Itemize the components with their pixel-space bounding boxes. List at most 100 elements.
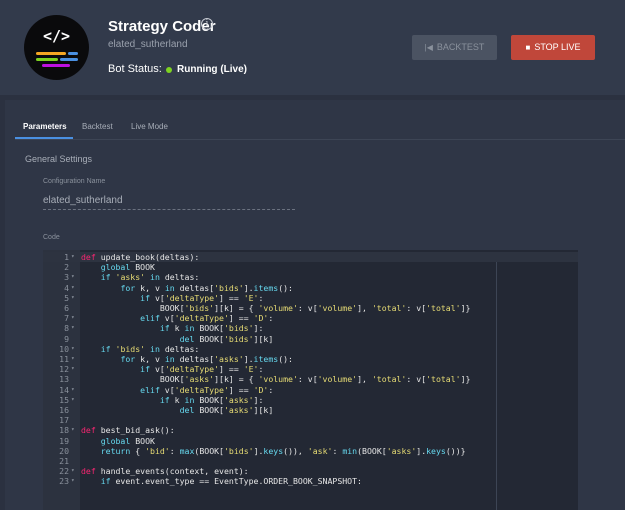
status-label: Bot Status: bbox=[108, 63, 162, 75]
code-line[interactable]: 2 global BOOK bbox=[43, 262, 578, 272]
avatar-bar bbox=[36, 52, 66, 55]
line-number: 21 bbox=[59, 456, 69, 466]
code-editor[interactable]: 1 ▾ def update_book(deltas): 2 global BOOK 3… bbox=[43, 250, 578, 510]
line-number: 19 bbox=[59, 435, 69, 446]
line-number: 4 bbox=[64, 282, 69, 293]
code-text: if k in BOOK['bids']: bbox=[159, 323, 264, 334]
code-line[interactable]: 8 ▾ if k in BOOK['bids']: bbox=[43, 323, 578, 333]
fold-arrow-icon[interactable]: ▾ bbox=[71, 385, 75, 395]
fold-arrow-icon[interactable]: ▾ bbox=[71, 425, 75, 435]
fold-arrow-icon[interactable]: ▾ bbox=[71, 252, 75, 262]
fold-arrow-icon[interactable]: ▾ bbox=[71, 395, 75, 405]
avatar-bar bbox=[68, 52, 78, 55]
avatar-bar bbox=[60, 58, 78, 61]
code-text: def handle_events(context, event): bbox=[81, 466, 249, 477]
fold-arrow-icon[interactable]: ▾ bbox=[71, 466, 75, 476]
code-line[interactable]: 13 BOOK['asks'][k] = { 'volume': v['volu… bbox=[43, 374, 578, 384]
code-text: if k in BOOK['asks']: bbox=[159, 394, 264, 405]
line-number: 11 bbox=[59, 354, 69, 364]
line-number: 20 bbox=[59, 445, 69, 456]
stop-live-button-label: STOP LIVE bbox=[534, 42, 581, 52]
info-icon[interactable]: i bbox=[201, 18, 213, 30]
line-number: 16 bbox=[59, 405, 69, 415]
code-line[interactable]: 1 ▾ def update_book(deltas): bbox=[43, 252, 578, 263]
page-title: Strategy Coder bbox=[108, 18, 216, 35]
code-text: if 'asks' in deltas: bbox=[100, 272, 200, 283]
header: </> Strategy Coder i elated_sutherland B… bbox=[0, 0, 625, 95]
backtest-button[interactable]: |◀ BACKTEST bbox=[412, 35, 497, 60]
code-line[interactable]: 3 ▾ if 'asks' in deltas: bbox=[43, 272, 578, 282]
code-text: elif v['deltaType'] == 'D': bbox=[140, 313, 274, 324]
code-text: if v['deltaType'] == 'E': bbox=[140, 292, 264, 303]
code-line[interactable]: 11 ▾ for k, v in deltas['asks'].items(): bbox=[43, 354, 578, 364]
avatar-bar bbox=[36, 58, 58, 61]
fold-arrow-icon[interactable]: ▾ bbox=[71, 313, 75, 323]
code-line[interactable]: 12 ▾ if v['deltaType'] == 'E': bbox=[43, 364, 578, 374]
line-number: 23 bbox=[59, 476, 69, 487]
code-text: for k, v in deltas['bids'].items(): bbox=[120, 282, 293, 293]
code-line[interactable]: 7 ▾ elif v['deltaType'] == 'D': bbox=[43, 313, 578, 323]
code-text: return { 'bid': max(BOOK['bids'].keys())… bbox=[100, 445, 466, 456]
code-text: for k, v in deltas['asks'].items(): bbox=[120, 354, 293, 364]
code-label: Code bbox=[43, 234, 60, 241]
code-line[interactable]: 5 ▾ if v['deltaType'] == 'E': bbox=[43, 293, 578, 303]
fold-arrow-icon[interactable]: ▾ bbox=[71, 323, 75, 333]
code-text: BOOK['asks'][k] = { 'volume': v['volume'… bbox=[81, 374, 471, 385]
code-line[interactable]: 14 ▾ elif v['deltaType'] == 'D': bbox=[43, 385, 578, 395]
code-line[interactable]: 4 ▾ for k, v in deltas['bids'].items(): bbox=[43, 283, 578, 293]
line-number: 9 bbox=[64, 333, 69, 344]
line-number: 7 bbox=[64, 313, 69, 324]
code-line[interactable]: 20 return { 'bid': max(BOOK['bids'].keys… bbox=[43, 446, 578, 456]
bot-name: elated_sutherland bbox=[108, 39, 188, 50]
fold-arrow-icon[interactable]: ▾ bbox=[71, 283, 75, 293]
section-title: General Settings bbox=[25, 154, 93, 164]
code-line[interactable]: 19 global BOOK bbox=[43, 436, 578, 446]
code-line[interactable]: 17 bbox=[43, 415, 578, 425]
code-text: elif v['deltaType'] == 'D': bbox=[140, 384, 274, 395]
stop-icon: ■ bbox=[525, 43, 531, 52]
code-line[interactable]: 21 bbox=[43, 456, 578, 466]
fold-arrow-icon[interactable]: ▾ bbox=[71, 364, 75, 374]
line-number: 3 bbox=[64, 272, 69, 283]
line-number: 17 bbox=[59, 415, 69, 426]
status-dot-icon bbox=[166, 67, 172, 73]
line-number: 1 bbox=[64, 252, 69, 262]
code-text: del BOOK['asks'][k] bbox=[179, 405, 274, 415]
code-line[interactable]: 23 ▾ if event.event_type == EventType.ORD… bbox=[43, 476, 578, 486]
fold-arrow-icon[interactable]: ▾ bbox=[71, 476, 75, 486]
code-text: global BOOK bbox=[100, 435, 155, 446]
line-number: 15 bbox=[59, 394, 69, 405]
code-line[interactable]: 16 del BOOK['asks'][k] bbox=[43, 405, 578, 415]
config-name-label: Configuration Name bbox=[43, 178, 106, 185]
line-number: 2 bbox=[64, 262, 69, 273]
line-number: 18 bbox=[59, 425, 69, 436]
tab-live-mode[interactable]: Live Mode bbox=[131, 122, 168, 131]
code-text: if event.event_type == EventType.ORDER_B… bbox=[100, 476, 362, 487]
fold-arrow-icon[interactable]: ▾ bbox=[71, 354, 75, 364]
config-name-input[interactable]: elated_sutherland bbox=[43, 195, 295, 210]
code-text: def update_book(deltas): bbox=[81, 252, 200, 262]
backtest-button-label: BACKTEST bbox=[436, 42, 485, 52]
skip-back-icon: |◀ bbox=[424, 43, 433, 52]
tab-backtest[interactable]: Backtest bbox=[82, 122, 113, 131]
fold-arrow-icon[interactable]: ▾ bbox=[71, 293, 75, 303]
line-number: 10 bbox=[59, 343, 69, 354]
code-text: global BOOK bbox=[100, 262, 155, 273]
stop-live-button[interactable]: ■ STOP LIVE bbox=[511, 35, 595, 60]
avatar-bar bbox=[42, 64, 70, 67]
main-panel: Parameters Backtest Live Mode General Se… bbox=[5, 100, 625, 510]
fold-arrow-icon[interactable]: ▾ bbox=[71, 344, 75, 354]
code-line[interactable]: 22 ▾ def handle_events(context, event): bbox=[43, 466, 578, 476]
line-number: 13 bbox=[59, 374, 69, 385]
code-text: if 'bids' in deltas: bbox=[100, 343, 200, 354]
code-line[interactable]: 9 del BOOK['bids'][k] bbox=[43, 334, 578, 344]
line-number: 6 bbox=[64, 303, 69, 313]
fold-arrow-icon[interactable]: ▾ bbox=[71, 272, 75, 282]
tab-parameters[interactable]: Parameters bbox=[23, 122, 67, 131]
code-line[interactable]: 10 ▾ if 'bids' in deltas: bbox=[43, 344, 578, 354]
code-line[interactable]: 18 ▾ def best_bid_ask(): bbox=[43, 425, 578, 435]
code-line[interactable]: 15 ▾ if k in BOOK['asks']: bbox=[43, 395, 578, 405]
status-value: Running (Live) bbox=[177, 64, 247, 75]
code-line[interactable]: 6 BOOK['bids'][k] = { 'volume': v['volum… bbox=[43, 303, 578, 313]
line-number: 14 bbox=[59, 384, 69, 395]
